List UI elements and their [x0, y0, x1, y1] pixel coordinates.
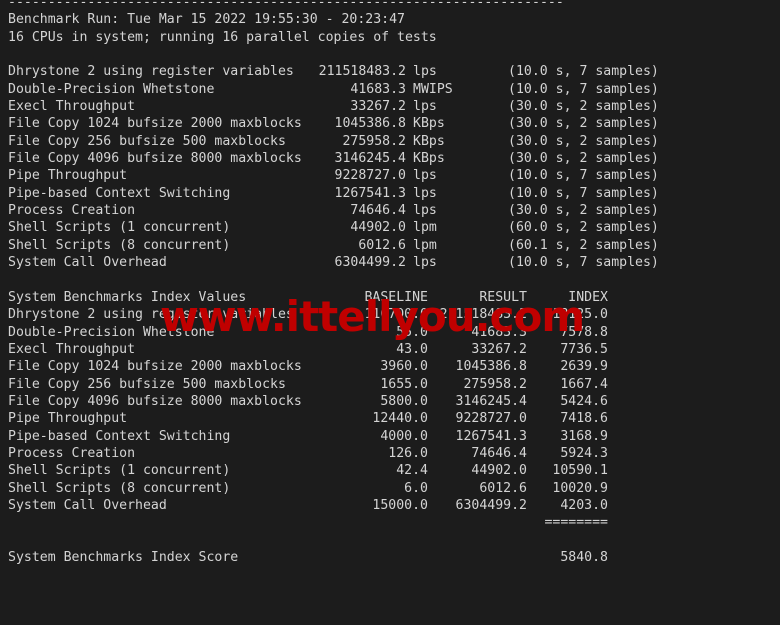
benchmark-samples: (10.0 s, 7 samples): [508, 64, 659, 80]
benchmark-unit: lpm: [413, 237, 437, 253]
benchmark-value: 33267.2: [350, 99, 406, 115]
benchmark-result-row: File Copy 256 bufsize 500 maxblocks 27595…: [8, 133, 772, 150]
index-row-index: 7736.5: [560, 341, 608, 357]
score-separator: ========: [544, 515, 608, 531]
benchmark-value: 211518483.2: [318, 64, 406, 80]
index-row-index: 18125.0: [552, 307, 608, 323]
benchmark-unit: KBps: [413, 151, 445, 167]
benchmark-value: 275958.2: [342, 133, 406, 149]
benchmark-result-row: Shell Scripts (1 concurrent) 44902.0 lpm (6…: [8, 219, 772, 236]
benchmark-result-row: System Call Overhead 6304499.2 lps (10.0 s,…: [8, 254, 772, 271]
index-table-header: System Benchmarks Index Values BASELINE …: [8, 289, 772, 306]
index-row-index: 1667.4: [560, 376, 608, 392]
index-row-index: 5924.3: [560, 445, 608, 461]
index-row-index: 10020.9: [552, 480, 608, 496]
benchmark-run-line: Benchmark Run: Tue Mar 15 2022 19:55:30 …: [8, 12, 405, 28]
benchmark-result-row: Pipe Throughput 9228727.0 lps (10.0 s, 7 sa…: [8, 167, 772, 184]
index-value-row: System Call Overhead 15000.0 6304499.2 4203…: [8, 497, 772, 514]
benchmark-unit: lps: [413, 64, 437, 80]
index-value-row: Execl Throughput 43.0 33267.2 7736.5: [8, 341, 772, 358]
index-score-row: System Benchmarks Index Score 5840.8: [8, 549, 772, 566]
top-rule: ----------------------------------------…: [8, 0, 564, 10]
index-value-row: File Copy 4096 bufsize 8000 maxblocks 580…: [8, 393, 772, 410]
index-value-row: Shell Scripts (1 concurrent) 42.4 44902.0 1…: [8, 462, 772, 479]
benchmark-result-row: Double-Precision Whetstone 41683.3 MWIPS (1…: [8, 81, 772, 98]
index-value-row: Pipe Throughput 12440.0 9228727.0 7418.6: [8, 410, 772, 427]
benchmark-samples: (60.1 s, 2 samples): [508, 237, 659, 253]
benchmark-result-row: Dhrystone 2 using register variables 2115…: [8, 63, 772, 80]
index-value-row: Dhrystone 2 using register variables 1167…: [8, 306, 772, 323]
benchmark-result-row: File Copy 4096 bufsize 8000 maxblocks 314…: [8, 150, 772, 167]
index-row-index: 10590.1: [552, 463, 608, 479]
benchmark-unit: lps: [413, 168, 437, 184]
index-row-index: 5424.6: [560, 393, 608, 409]
index-row-index: 7418.6: [560, 411, 608, 427]
benchmark-samples: (30.0 s, 2 samples): [508, 99, 659, 115]
benchmark-value: 1267541.3: [334, 185, 406, 201]
benchmark-unit: lpm: [413, 220, 437, 236]
index-value-row: Shell Scripts (8 concurrent) 6.0 6012.6 100…: [8, 480, 772, 497]
benchmark-samples: (60.0 s, 2 samples): [508, 220, 659, 236]
benchmark-value: 1045386.8: [334, 116, 406, 132]
benchmark-value: 3146245.4: [334, 151, 406, 167]
index-score-value: 5840.8: [560, 550, 608, 565]
benchmark-value: 6012.6: [358, 237, 406, 253]
benchmark-result-row: Process Creation 74646.4 lps (30.0 s, 2 sam…: [8, 202, 772, 219]
benchmark-unit: KBps: [413, 133, 445, 149]
benchmark-value: 44902.0: [350, 220, 406, 236]
benchmark-samples: (10.0 s, 7 samples): [508, 185, 659, 201]
benchmark-samples: (30.0 s, 2 samples): [508, 133, 659, 149]
index-value-row: Double-Precision Whetstone 55.0 41683.3 757…: [8, 324, 772, 341]
benchmark-unit: lps: [413, 255, 437, 271]
benchmark-samples: (10.0 s, 7 samples): [508, 168, 659, 184]
index-row-index: 3168.9: [560, 428, 608, 444]
benchmark-unit: lps: [413, 99, 437, 115]
benchmark-result-row: Shell Scripts (8 concurrent) 6012.6 lpm (60…: [8, 237, 772, 254]
index-value-row: File Copy 1024 bufsize 2000 maxblocks 396…: [8, 358, 772, 375]
benchmark-value: 6304499.2: [334, 255, 406, 271]
benchmark-unit: lps: [413, 203, 437, 219]
cpu-info-line: 16 CPUs in system; running 16 parallel c…: [8, 29, 437, 45]
terminal-window: ----------------------------------------…: [0, 0, 780, 625]
index-values-list: Dhrystone 2 using register variables 1167…: [8, 306, 772, 514]
benchmark-unit: lps: [413, 185, 437, 201]
benchmark-unit: KBps: [413, 116, 445, 132]
benchmark-result-row: Execl Throughput 33267.2 lps (30.0 s, 2 sam…: [8, 98, 772, 115]
benchmark-result-row: File Copy 1024 bufsize 2000 maxblocks 104…: [8, 115, 772, 132]
benchmark-samples: (30.0 s, 2 samples): [508, 203, 659, 219]
index-value-row: File Copy 256 bufsize 500 maxblocks 1655.…: [8, 376, 772, 393]
benchmark-value: 74646.4: [350, 203, 406, 219]
index-row-index: 4203.0: [560, 497, 608, 513]
benchmark-samples: (10.0 s, 7 samples): [508, 255, 659, 271]
index-row-index: 7578.8: [560, 324, 608, 340]
benchmark-results-list: Dhrystone 2 using register variables 2115…: [8, 63, 772, 271]
score-separator-row: ========: [8, 514, 772, 531]
terminal-output: ----------------------------------------…: [8, 0, 772, 625]
benchmark-samples: (30.0 s, 2 samples): [508, 116, 659, 132]
benchmark-value: 9228727.0: [334, 168, 406, 184]
benchmark-samples: (10.0 s, 7 samples): [508, 81, 659, 97]
index-value-row: Pipe-based Context Switching 4000.0 126754…: [8, 428, 772, 445]
column-header-index: INDEX: [568, 289, 608, 305]
index-value-row: Process Creation 126.0 74646.4 5924.3: [8, 445, 772, 462]
index-row-index: 2639.9: [560, 359, 608, 375]
benchmark-samples: (30.0 s, 2 samples): [508, 151, 659, 167]
benchmark-result-row: Pipe-based Context Switching 1267541.3 lps…: [8, 185, 772, 202]
benchmark-unit: MWIPS: [413, 81, 453, 97]
benchmark-value: 41683.3: [350, 81, 406, 97]
